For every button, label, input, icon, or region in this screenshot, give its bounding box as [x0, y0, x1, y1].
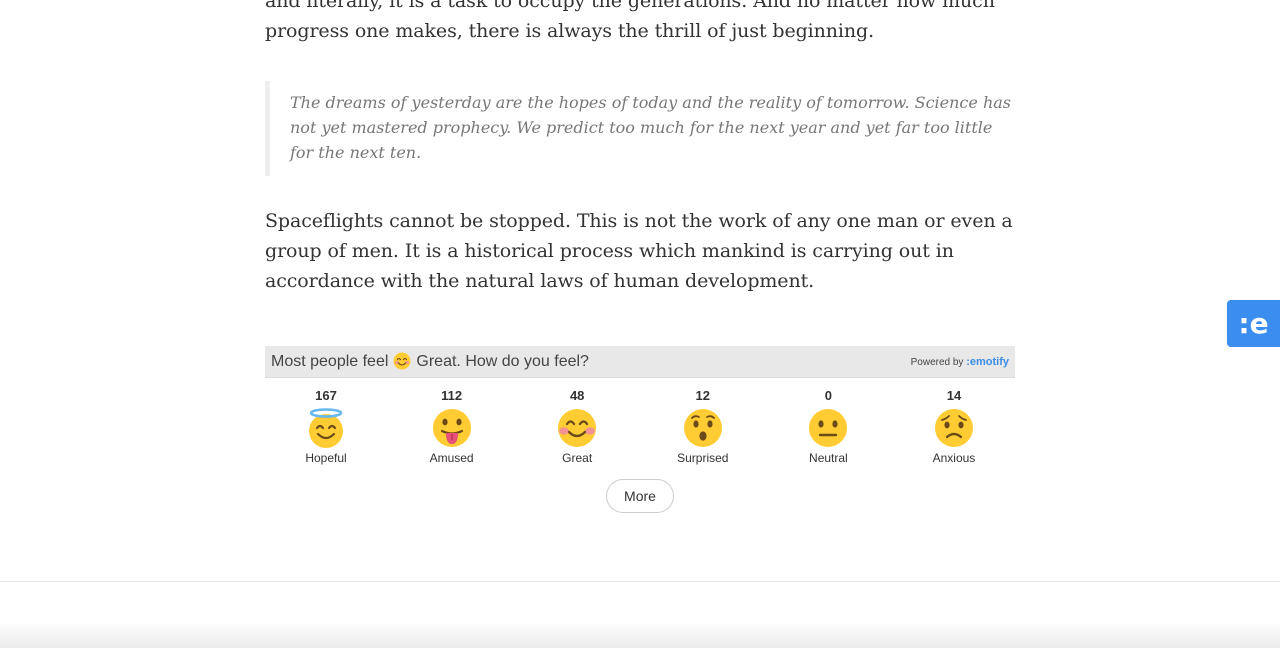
reaction-hopeful[interactable]: 167 Hopeful [275, 388, 377, 465]
powered-by-label: Powered by [910, 356, 964, 368]
reaction-great[interactable]: 48 Great [526, 388, 628, 465]
reaction-label: Anxious [932, 451, 976, 465]
reaction-amused[interactable]: 112 Amused [401, 388, 503, 465]
emotify-brand-link[interactable]: :emotify [966, 356, 1009, 368]
bottom-shadow [0, 622, 1280, 648]
surprised-face-icon [683, 409, 722, 447]
powered-by[interactable]: Powered by :emotify [911, 356, 1009, 368]
article-paragraph: Spaceflights cannot be stopped. This is … [265, 210, 1013, 292]
reaction-count: 48 [569, 388, 585, 403]
reaction-label: Great [562, 451, 593, 465]
reaction-neutral[interactable]: 0 Neutral [777, 388, 879, 465]
article-paragraph-line: progress one makes, there is always the … [265, 20, 875, 42]
reaction-count: 14 [946, 388, 962, 403]
summary-prefix: Most people feel [271, 352, 389, 370]
emotify-header: Most people feel Great. How do you feel?… [265, 346, 1015, 378]
reaction-count: 0 [824, 388, 832, 403]
blockquote: The dreams of yesterday are the hopes of… [265, 81, 1015, 176]
quote-text: The dreams of yesterday are the hopes of… [290, 93, 1011, 162]
article-body: Spaceflights cannot be stopped. This is … [265, 206, 1015, 296]
emotify-widget: Most people feel Great. How do you feel?… [265, 346, 1015, 465]
article-paragraph-line: and literally, it is a task to occupy th… [265, 0, 995, 12]
footer-divider [0, 581, 1280, 582]
reaction-list: 167 Hopeful 112 Amused 48 Great 12 Surpr… [265, 378, 1015, 465]
reaction-count: 112 [441, 388, 463, 403]
anxious-face-icon [934, 409, 973, 447]
article-top: and literally, it is a task to occupy th… [265, 0, 1015, 46]
reaction-label: Surprised [677, 451, 729, 465]
reaction-anxious[interactable]: 14 Anxious [903, 388, 1005, 465]
summary-suffix: Great. How do you feel? [416, 352, 589, 370]
tongue-face-icon [432, 409, 471, 447]
emotify-summary: Most people feel Great. How do you feel? [271, 352, 589, 371]
neutral-face-icon [809, 409, 848, 447]
smiling-blush-icon [393, 352, 411, 369]
blush-face-icon [558, 409, 597, 447]
reaction-count: 12 [695, 388, 711, 403]
halo-face-icon [309, 408, 343, 448]
reaction-label: Hopeful [305, 451, 347, 465]
reaction-count: 167 [315, 388, 337, 403]
reaction-surprised[interactable]: 12 Surprised [652, 388, 754, 465]
reaction-label: Amused [429, 451, 474, 465]
reaction-label: Neutral [809, 451, 848, 465]
emotify-side-tab[interactable]: :e [1227, 300, 1280, 347]
more-button[interactable]: More [606, 479, 674, 513]
